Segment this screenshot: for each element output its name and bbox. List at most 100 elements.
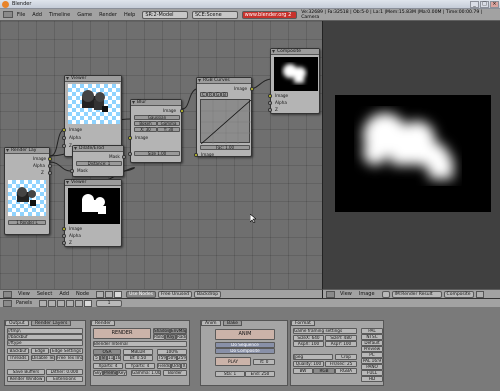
dilate-node-title[interactable]: Dilate/Erod [73,146,123,152]
yparts-field[interactable]: Yparts: 4 [125,363,155,369]
save-buffers-toggle[interactable]: Save Buffers [7,369,45,375]
close-button[interactable]: × [490,1,499,8]
rt-field[interactable]: rt: 0 [253,359,275,365]
editing-context-icon[interactable] [75,299,84,307]
dilate-output-socket[interactable] [122,155,126,159]
dilate-erode-node[interactable]: Dilate/Erod Mask Distance: 1 Mask [70,145,126,177]
end-frame-field[interactable]: End: 250 [245,371,275,377]
sky-button[interactable]: Sky [93,370,103,376]
fields-toggle[interactable]: Fields [157,363,171,369]
rgba-toggle[interactable]: RGBA [335,368,357,374]
gamma-field[interactable]: Gamma: 1.00 [131,370,161,376]
osa-5-button[interactable]: 5 [93,355,100,361]
use-nodes-toggle[interactable]: Use Nodes [126,290,156,298]
blender-url[interactable]: www.blender.org 2 [241,10,298,19]
curves-channel-b[interactable]: B [221,92,228,97]
xparts-field[interactable]: Xparts: 4 [93,363,123,369]
logic-context-icon[interactable] [39,299,48,307]
render-layers-tab[interactable]: Render Layers [31,320,72,326]
start-frame-field[interactable]: Sta: 1 [215,371,245,377]
edge-settings-button[interactable]: Edge Settings [50,348,83,354]
viewer-node-1-title[interactable]: Viewer [65,76,121,82]
menu-add[interactable]: Add [32,12,42,18]
dilate-distance-field[interactable]: Distance: 1 [76,161,122,166]
bw-toggle[interactable]: BW [293,368,313,374]
object-context-icon[interactable] [66,299,75,307]
premul-button[interactable]: Premul [103,370,117,376]
image-browse-button[interactable] [381,290,390,298]
anim-button[interactable]: ANIM [215,329,275,340]
composite-alpha-socket[interactable] [268,101,272,105]
ray-toggle[interactable]: Ray [165,334,176,340]
menu-render[interactable]: Render [99,12,117,18]
blur-input-socket[interactable] [128,136,132,140]
render-z-socket[interactable] [48,171,52,175]
render-tab[interactable]: Render [91,320,116,326]
render-layer-selector[interactable]: 1 Render L [8,220,46,225]
format-tab[interactable]: Format [291,320,315,326]
curves-input-socket[interactable] [194,153,198,157]
image-display-icon[interactable] [475,290,484,298]
blur-type-select[interactable]: Gaussian [134,115,180,120]
frame-field[interactable]: 1 [96,299,123,307]
blur-x-field[interactable]: X: 30 [134,127,157,132]
rgb-toggle[interactable]: RGB [313,368,335,374]
composite-nodes-icon[interactable] [114,290,123,298]
composite-node[interactable]: Composite Image Alpha Z [268,48,320,114]
dither-field[interactable]: Dither: 0.000 [46,369,83,375]
image-menu-image[interactable]: Image [359,291,375,297]
script-context-icon[interactable] [48,299,57,307]
free-unused-button[interactable]: Free Unused [158,290,192,298]
texture-nodes-icon[interactable] [105,290,114,298]
blur-node-title[interactable]: Blur [131,100,181,106]
scene-context-icon[interactable] [84,299,93,307]
node-menu-node[interactable]: Node [76,291,89,297]
blur-size-socket[interactable] [128,152,132,156]
anim-tab[interactable]: Anim [201,320,221,326]
curves-node-title[interactable]: RGB Curves [197,78,251,84]
scene-selector[interactable]: SCE:Scene [192,10,238,19]
play-button[interactable]: PLAY [215,357,251,366]
aspy-field[interactable]: AspY: 100 [325,341,357,347]
file-format-select[interactable]: Jpeg [293,354,333,360]
panels-menu[interactable]: Panels [16,300,32,306]
bf-field[interactable]: Bf: 0.50 [123,355,153,361]
edge-toggle[interactable]: Edge [31,348,49,354]
image-name-field[interactable]: IM:Render Result [391,290,442,298]
ftype-path-field[interactable]: //ftype [7,340,83,346]
menu-help[interactable]: Help [124,12,135,18]
preset-hd-button[interactable]: HD [361,376,383,382]
blur-gamma-toggle[interactable]: Gamma [157,121,180,126]
screen-selector[interactable]: SR:2-Model [142,10,188,19]
render-layers-node[interactable]: Render Lay Image Alpha Z 1 Render L [4,147,52,235]
percent-75-button[interactable]: 75% [157,355,167,361]
viewer1-alpha-socket[interactable] [62,136,66,140]
viewer2-alpha-socket[interactable] [62,234,66,238]
image-editor-type-icon[interactable] [326,290,335,298]
composite-z-socket[interactable] [268,108,272,112]
render-window-select[interactable]: Render Window [7,376,45,382]
image-viewer[interactable] [322,21,500,289]
blur-size-field[interactable]: Size 1.00 [134,151,180,156]
aspx-field[interactable]: AspX: 100 [293,341,324,347]
percent-25-button[interactable]: 25% [177,355,187,361]
x-toggle[interactable]: X [181,363,187,369]
curve-graph[interactable] [200,99,252,145]
menu-timeline[interactable]: Timeline [49,12,70,18]
viewer-node-2-title[interactable]: Viewer [65,180,121,186]
border-toggle[interactable]: Border [163,370,187,376]
viewer2-image-socket[interactable] [62,227,66,231]
dilate-input-socket[interactable] [70,169,74,173]
minimize-button[interactable]: _ [470,1,479,8]
blur-node[interactable]: Blur Image Gaussian Bokeh Gamma X: 30 Y:… [128,99,184,163]
output-tab[interactable]: Output [5,320,29,326]
render-alpha-socket[interactable] [48,164,52,168]
extensions-toggle[interactable]: Extensions [46,376,83,382]
render-image-socket[interactable] [48,157,52,161]
odd-toggle[interactable]: Odd [171,363,181,369]
composite-selector[interactable]: Composite [443,290,474,298]
percent-50-button[interactable]: 50% [167,355,177,361]
viewer1-image-socket[interactable] [62,128,66,132]
backdrop-toggle[interactable]: Backdrop [193,290,222,298]
free-tex-images-toggle[interactable]: Free Tex Images [56,355,83,361]
